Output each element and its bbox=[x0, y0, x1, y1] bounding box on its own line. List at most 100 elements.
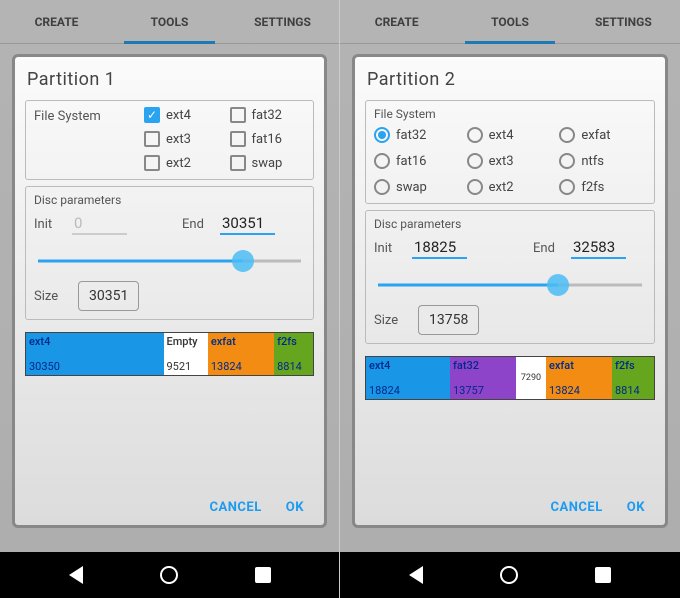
radio-icon bbox=[374, 127, 390, 143]
disc-params-label: Disc parameters bbox=[34, 193, 305, 207]
segment-name: ext4 bbox=[369, 359, 447, 372]
recent-icon[interactable] bbox=[255, 567, 271, 583]
android-navbar bbox=[0, 552, 339, 598]
segment-size: 13824 bbox=[211, 360, 271, 373]
filesystem-label: File System bbox=[34, 109, 101, 124]
partition-segment-exfat: exfat 13824 bbox=[546, 357, 612, 399]
partition-bar: ext418824fat32137577290exfat13824f2fs881… bbox=[365, 356, 655, 400]
partition-bar: ext430350Empty9521exfat13824f2fs8814 bbox=[25, 332, 314, 376]
fs-option-label: ext2 bbox=[489, 180, 514, 195]
fs-option-fat32[interactable]: fat32 bbox=[374, 127, 461, 143]
fs-option-ext2[interactable]: ext2 bbox=[144, 155, 220, 171]
end-field[interactable]: 32583 bbox=[571, 237, 626, 259]
disc-params-label: Disc parameters bbox=[374, 217, 646, 231]
radio-icon bbox=[559, 179, 575, 195]
partition-segment-ext4: ext4 30350 bbox=[26, 333, 164, 375]
phone-right: CREATE TOOLS SETTINGS Partition 2 File S… bbox=[340, 0, 680, 598]
size-field[interactable]: 13758 bbox=[418, 305, 479, 335]
filesystem-label: File System bbox=[374, 107, 646, 121]
fs-option-label: ext3 bbox=[166, 132, 191, 147]
cancel-button[interactable]: CANCEL bbox=[551, 500, 603, 515]
fs-option-label: f2fs bbox=[581, 180, 604, 195]
dialog-title: Partition 2 bbox=[365, 65, 655, 100]
partition-segment-empty: 7290 bbox=[516, 357, 546, 399]
segment-size: 9521 bbox=[167, 360, 205, 373]
fs-option-swap[interactable]: swap bbox=[374, 179, 461, 195]
segment-name: exfat bbox=[211, 335, 271, 348]
size-slider[interactable] bbox=[378, 273, 642, 297]
segment-size: 13757 bbox=[453, 384, 513, 397]
filesystem-panel: File System fat32 ext4 exfat fat16 ext3 ntfs s… bbox=[365, 100, 655, 204]
segment-name: Empty bbox=[167, 335, 205, 348]
fs-option-fat32[interactable]: fat32 bbox=[230, 107, 306, 123]
fs-option-label: fat32 bbox=[252, 108, 282, 123]
back-icon[interactable] bbox=[409, 566, 423, 584]
fs-option-label: fat16 bbox=[396, 154, 426, 169]
filesystem-panel: File System ✓ ext4 fat32 ext3 fat16 ext2 swap bbox=[25, 100, 314, 180]
segment-size: 30350 bbox=[29, 360, 161, 373]
checkbox-icon bbox=[230, 107, 246, 123]
home-icon[interactable] bbox=[160, 566, 178, 584]
init-field[interactable]: 18825 bbox=[412, 237, 467, 259]
segment-size: 8814 bbox=[277, 360, 310, 373]
partition-dialog: Partition 2 File System fat32 ext4 exfat fa… bbox=[352, 54, 668, 528]
fs-option-ext3[interactable]: ext3 bbox=[144, 131, 220, 147]
radio-icon bbox=[467, 153, 483, 169]
fs-option-label: swap bbox=[396, 180, 427, 195]
recent-icon[interactable] bbox=[595, 567, 611, 583]
radio-icon bbox=[374, 153, 390, 169]
home-icon[interactable] bbox=[500, 566, 518, 584]
checkbox-icon: ✓ bbox=[144, 107, 160, 123]
fs-option-ntfs[interactable]: ntfs bbox=[559, 153, 646, 169]
fs-option-ext2[interactable]: ext2 bbox=[467, 179, 554, 195]
partition-dialog: Partition 1 File System ✓ ext4 fat32 ext3 fa… bbox=[12, 54, 327, 528]
fs-option-label: ext4 bbox=[166, 108, 191, 123]
segment-name: exfat bbox=[549, 359, 609, 372]
size-slider[interactable] bbox=[38, 249, 301, 273]
fs-option-label: exfat bbox=[581, 128, 610, 143]
partition-segment-fat32: fat32 13757 bbox=[450, 357, 516, 399]
partition-segment-Empty: Empty 9521 bbox=[164, 333, 208, 375]
checkbox-icon bbox=[144, 155, 160, 171]
ok-button[interactable]: OK bbox=[627, 500, 645, 515]
back-icon[interactable] bbox=[69, 566, 83, 584]
cancel-button[interactable]: CANCEL bbox=[210, 500, 262, 515]
segment-size: 18824 bbox=[369, 384, 447, 397]
init-field[interactable]: 0 bbox=[72, 213, 127, 235]
radio-icon bbox=[467, 127, 483, 143]
android-navbar bbox=[340, 552, 680, 598]
phone-left: CREATE TOOLS SETTINGS Partition 1 File S… bbox=[0, 0, 340, 598]
segment-name: ext4 bbox=[29, 335, 161, 348]
fs-option-label: ext3 bbox=[489, 154, 514, 169]
fs-option-label: swap bbox=[252, 156, 283, 171]
checkbox-icon bbox=[230, 131, 246, 147]
radio-icon bbox=[559, 153, 575, 169]
segment-name: fat32 bbox=[453, 359, 513, 372]
end-label: End bbox=[533, 241, 561, 256]
fs-option-ext3[interactable]: ext3 bbox=[467, 153, 554, 169]
dialog-title: Partition 1 bbox=[25, 65, 314, 100]
size-field[interactable]: 30351 bbox=[78, 281, 139, 311]
fs-option-ext4[interactable]: ✓ ext4 bbox=[144, 107, 220, 123]
fs-option-exfat[interactable]: exfat bbox=[559, 127, 646, 143]
init-label: Init bbox=[374, 241, 402, 256]
segment-size: 13824 bbox=[549, 384, 609, 397]
size-label: Size bbox=[374, 313, 408, 328]
partition-segment-ext4: ext4 18824 bbox=[366, 357, 450, 399]
fs-option-fat16[interactable]: fat16 bbox=[230, 131, 306, 147]
fs-option-swap[interactable]: swap bbox=[230, 155, 306, 171]
radio-icon bbox=[467, 179, 483, 195]
partition-segment-exfat: exfat 13824 bbox=[208, 333, 274, 375]
checkbox-icon bbox=[144, 131, 160, 147]
fs-option-fat16[interactable]: fat16 bbox=[374, 153, 461, 169]
radio-icon bbox=[374, 179, 390, 195]
fs-option-ext4[interactable]: ext4 bbox=[467, 127, 554, 143]
fs-option-label: ext2 bbox=[166, 156, 191, 171]
end-field[interactable]: 30351 bbox=[220, 213, 275, 235]
ok-button[interactable]: OK bbox=[286, 500, 304, 515]
fs-option-f2fs[interactable]: f2fs bbox=[559, 179, 646, 195]
checkbox-icon bbox=[230, 155, 246, 171]
disc-params-panel: Disc parameters Init 0 End 30351 Size 30… bbox=[25, 186, 314, 320]
size-label: Size bbox=[34, 289, 68, 304]
segment-size: 7290 bbox=[521, 373, 541, 384]
